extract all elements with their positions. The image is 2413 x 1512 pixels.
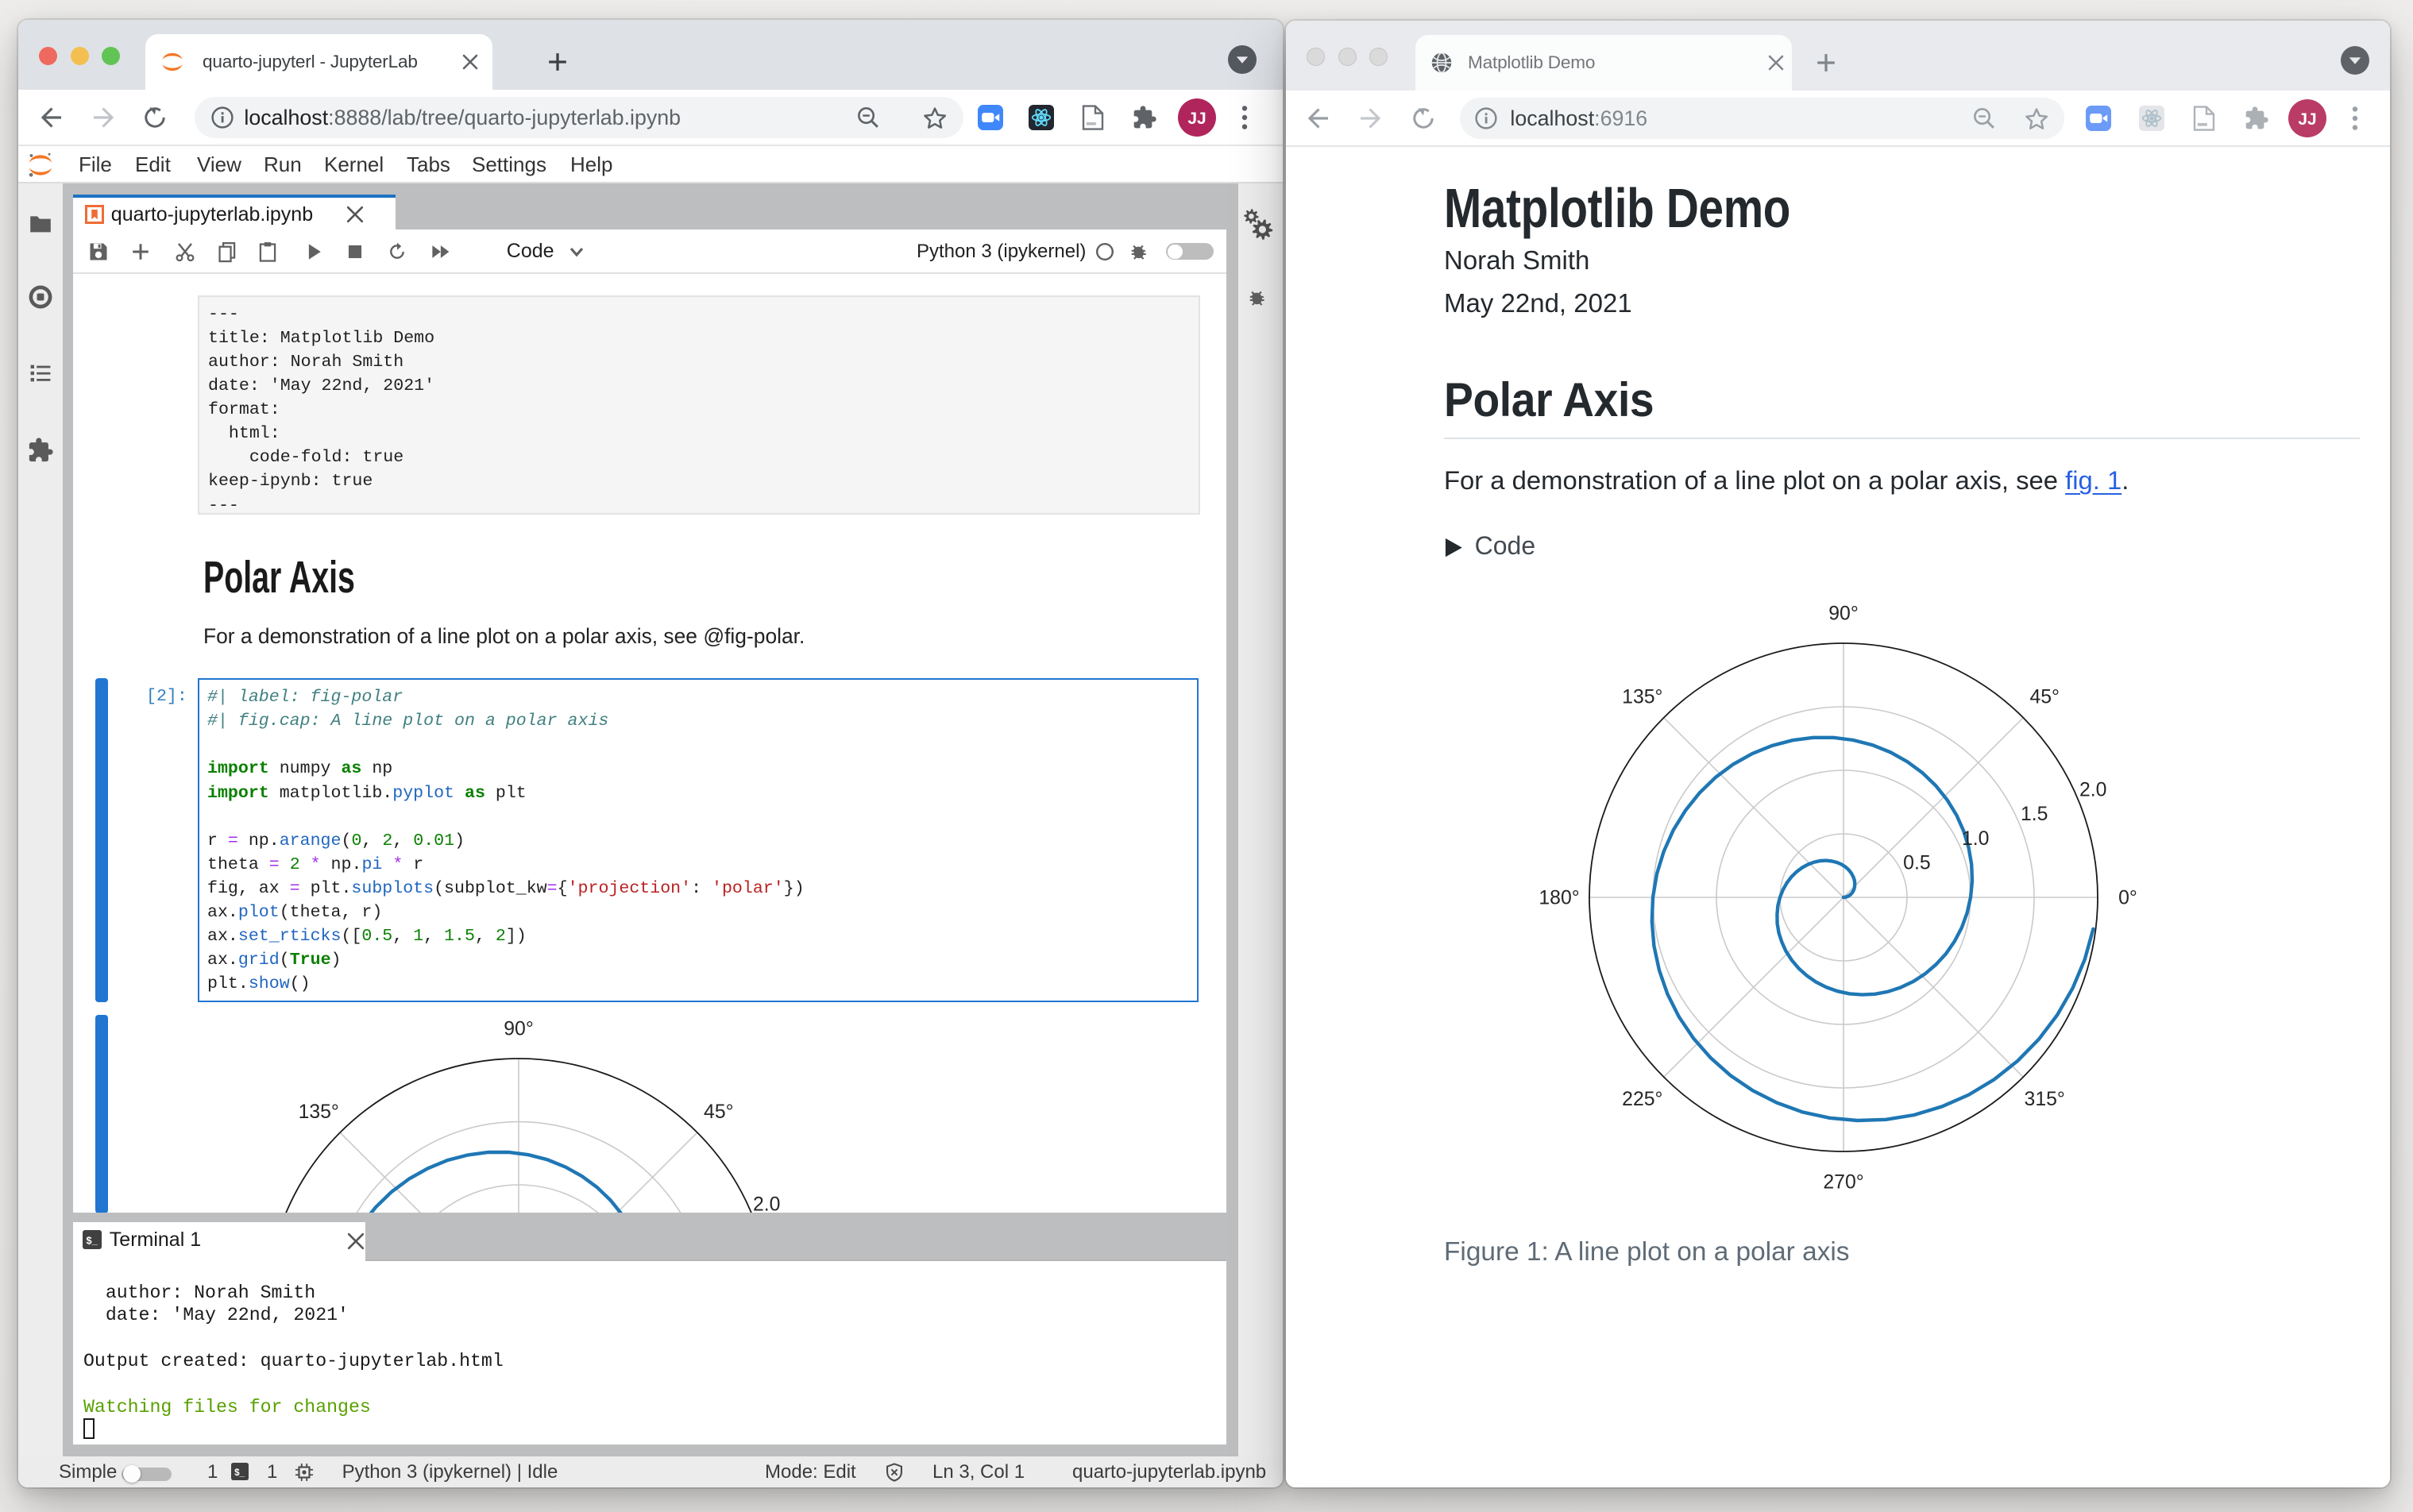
svg-text:0.5: 0.5 [1903, 852, 1930, 874]
svg-text:2.0: 2.0 [2079, 780, 2106, 801]
svg-text:225°: 225° [1622, 1089, 1662, 1110]
svg-text:315°: 315° [2025, 1089, 2065, 1110]
svg-text:135°: 135° [299, 1101, 339, 1123]
svg-text:JJ: JJ [1187, 110, 1206, 128]
svg-text:270°: 270° [1823, 1172, 1863, 1194]
svg-text:45°: 45° [704, 1101, 734, 1123]
svg-text:JJ: JJ [2298, 110, 2316, 129]
svg-text:90°: 90° [504, 1019, 534, 1040]
svg-text:$_: $_ [234, 1468, 245, 1478]
svg-text:1.0: 1.0 [1962, 828, 1989, 850]
svg-text:135°: 135° [1622, 687, 1662, 708]
svg-text:0°: 0° [2118, 888, 2137, 909]
svg-text:90°: 90° [1828, 604, 1859, 625]
svg-text:45°: 45° [2029, 687, 2060, 708]
svg-text:1.5: 1.5 [2021, 804, 2048, 825]
svg-text:2.0: 2.0 [753, 1194, 780, 1213]
svg-text:180°: 180° [1539, 888, 1579, 909]
svg-text:$_: $_ [86, 1235, 98, 1247]
